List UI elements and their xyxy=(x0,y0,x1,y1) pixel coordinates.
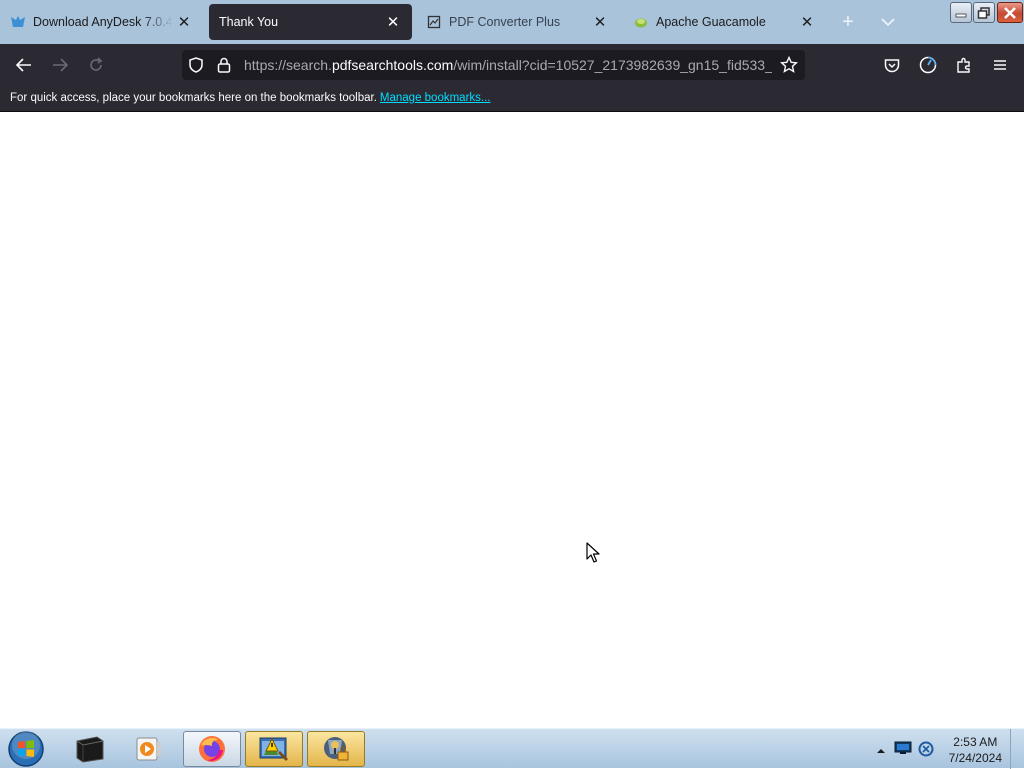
mouse-pointer-icon xyxy=(586,542,600,563)
bookmarks-toolbar: For quick access, place your bookmarks h… xyxy=(0,85,1024,112)
show-hidden-icons-button[interactable] xyxy=(876,742,886,760)
reload-icon xyxy=(90,57,103,71)
tab-pdf-converter[interactable]: PDF Converter Plus ✕ xyxy=(416,4,619,40)
puzzle-icon xyxy=(957,57,970,73)
windows-taskbar: 2:53 AM 7/24/2024 xyxy=(0,728,1024,769)
tab-apache-guacamole[interactable]: Apache Guacamole ✕ xyxy=(623,4,826,40)
tab-title: Thank You xyxy=(219,15,279,29)
new-tab-button[interactable]: + xyxy=(836,10,860,34)
restore-icon xyxy=(977,6,990,19)
taskbar-media-player[interactable] xyxy=(120,731,178,767)
tab-strip: Download AnyDesk 7.0.4 for Windows ✕ Tha… xyxy=(0,0,1024,44)
close-tab-icon[interactable]: ✕ xyxy=(384,13,402,31)
taskbar-firefox[interactable] xyxy=(183,731,241,767)
taskbar-console-app[interactable] xyxy=(60,731,118,767)
tracking-protection-shield-icon[interactable] xyxy=(182,50,210,80)
page-content[interactable] xyxy=(0,112,1024,728)
tab-title: Apache Guacamole xyxy=(656,15,766,29)
clock-time: 2:53 AM xyxy=(953,735,998,749)
start-button[interactable] xyxy=(6,730,46,768)
reload-button[interactable] xyxy=(82,52,110,78)
extensions-button[interactable] xyxy=(950,52,978,78)
url-text[interactable]: https://search.pdfsearchtools.com/wim/in… xyxy=(244,57,772,73)
media-player-icon xyxy=(136,737,161,761)
system-clock[interactable]: 2:53 AM 7/24/2024 xyxy=(949,734,1002,766)
clock-date: 7/24/2024 xyxy=(948,751,1002,765)
url-prefix: https://search. xyxy=(244,57,332,73)
pocket-icon xyxy=(884,58,900,72)
minimize-window-button[interactable] xyxy=(950,2,972,23)
guacamole-icon xyxy=(633,14,649,30)
close-tab-icon[interactable]: ✕ xyxy=(591,13,609,31)
url-path: /wim/install?cid=10527_2173982639_gn15_f… xyxy=(453,57,772,73)
manage-bookmarks-link[interactable]: Manage bookmarks... xyxy=(380,92,491,104)
hamburger-menu-icon xyxy=(994,60,1006,70)
restore-window-button[interactable] xyxy=(973,2,995,23)
navigation-toolbar: https://search.pdfsearchtools.com/wim/in… xyxy=(0,44,1024,85)
show-desktop-button[interactable] xyxy=(1010,729,1024,769)
minimize-icon xyxy=(955,13,967,17)
pocket-button[interactable] xyxy=(878,52,906,78)
close-icon xyxy=(1004,6,1016,19)
plus-icon: + xyxy=(842,10,854,33)
arrow-right-icon xyxy=(53,58,68,72)
url-host: pdfsearchtools.com xyxy=(331,57,454,73)
network-tray-icon[interactable] xyxy=(894,741,912,760)
taskbar-security-app[interactable] xyxy=(307,731,365,767)
arrow-left-icon xyxy=(16,58,31,72)
anydesk-icon xyxy=(10,14,26,30)
close-tab-icon[interactable]: ✕ xyxy=(175,13,193,31)
close-window-button[interactable] xyxy=(997,2,1023,23)
system-tray: 2:53 AM 7/24/2024 xyxy=(864,729,1024,769)
warning-window-icon xyxy=(259,737,288,761)
tab-thank-you[interactable]: Thank You ✕ xyxy=(209,4,412,40)
account-button[interactable] xyxy=(914,52,942,78)
chevron-up-icon xyxy=(877,749,885,753)
tab-anydesk[interactable]: Download AnyDesk 7.0.4 for Windows ✕ xyxy=(0,4,203,40)
back-button[interactable] xyxy=(10,52,38,78)
bookmarks-empty-message: For quick access, place your bookmarks h… xyxy=(10,92,377,104)
app-menu-button[interactable] xyxy=(986,52,1014,78)
forward-button[interactable] xyxy=(46,52,74,78)
address-bar[interactable]: https://search.pdfsearchtools.com/wim/in… xyxy=(182,50,805,80)
document-icon xyxy=(426,14,442,30)
chevron-down-icon xyxy=(881,18,895,27)
volume-tray-icon[interactable] xyxy=(918,740,934,763)
account-sync-icon xyxy=(919,56,937,74)
taskbar-file-manager[interactable] xyxy=(245,731,303,767)
bookmark-star-icon[interactable] xyxy=(775,50,803,80)
firefox-icon xyxy=(199,736,225,762)
lock-icon[interactable] xyxy=(210,50,238,80)
list-all-tabs-button[interactable] xyxy=(876,10,900,34)
windows-logo-icon xyxy=(8,731,44,767)
close-tab-icon[interactable]: ✕ xyxy=(798,13,816,31)
security-shield-icon xyxy=(324,737,349,761)
terminal-icon xyxy=(76,736,104,763)
